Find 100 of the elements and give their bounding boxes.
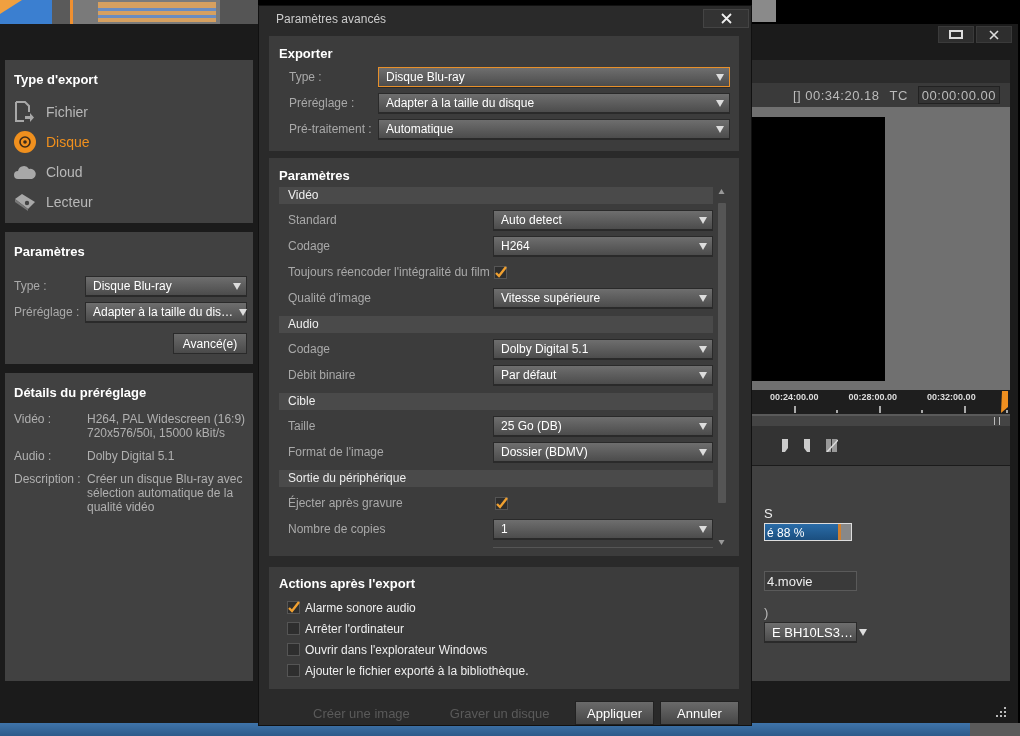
caret-icon <box>699 422 707 430</box>
field-label: Qualité d'image <box>288 291 372 305</box>
cloud-icon <box>14 165 36 179</box>
panel-title: Détails du préréglage <box>14 385 148 400</box>
caret-icon <box>699 242 707 250</box>
field-label: Codage <box>288 239 332 253</box>
checkbox-label: Ouvrir dans l'explorateur Windows <box>305 642 488 657</box>
caret-icon <box>699 371 707 379</box>
caret-icon <box>716 99 724 107</box>
group-header: Cible <box>279 393 713 410</box>
marker-icon[interactable] <box>804 439 810 452</box>
field-label: Débit binaire <box>288 368 357 382</box>
scrollbar[interactable] <box>717 187 726 547</box>
checkbox[interactable] <box>287 664 300 677</box>
caret-icon <box>699 345 707 353</box>
checkbox[interactable] <box>287 622 300 635</box>
dropdown[interactable]: 25 Go (DB) <box>493 416 713 436</box>
close-button[interactable] <box>976 26 1012 43</box>
dropdown[interactable]: Dolby Digital 5.1 <box>493 339 713 359</box>
caret-icon <box>699 294 707 302</box>
taskbar-segment <box>970 723 1020 736</box>
caret-icon <box>699 216 707 224</box>
checkbox-label: Alarme sonore audio <box>305 600 416 615</box>
field-label: Préréglage : <box>14 305 81 319</box>
close-icon <box>989 29 999 40</box>
checkbox-label: Ajouter le fichier exporté à la bibliothèque. <box>305 663 529 678</box>
panel-title: Type d'export <box>14 72 99 87</box>
dropdown[interactable]: Disque Blu-ray <box>85 276 247 296</box>
dropdown[interactable]: Auto detect <box>493 210 713 230</box>
dropdown[interactable]: 1 <box>493 519 713 539</box>
close-button[interactable] <box>703 9 749 28</box>
checkbox[interactable] <box>493 265 507 279</box>
export-type-item[interactable]: Disque <box>14 127 244 157</box>
caret-icon <box>699 448 707 456</box>
detail-value: Créer un disque Blu-ray avec sélection automatique de la qualité vidéo <box>87 472 244 514</box>
dropdown[interactable]: H264 <box>493 236 713 256</box>
detail-value: H264, PAL Widescreen (16:9) 720x576/50i, 15000 kBit/s <box>87 412 247 440</box>
dropdown[interactable]: Adapter à la taille du dis… <box>85 302 247 322</box>
field-label: Standard <box>288 213 338 227</box>
dialog-button[interactable]: Annuler <box>660 701 739 725</box>
slashed-marker-icon[interactable] <box>826 439 838 452</box>
section-title: Paramètres <box>279 168 351 183</box>
export-type-item[interactable]: Lecteur <box>14 187 244 217</box>
drive-icon <box>14 193 36 211</box>
dropdown[interactable]: Adapter à la taille du disque <box>378 93 730 113</box>
duration-text: [] 00:34:20.18 <box>792 87 880 103</box>
field-label: Format de l'image <box>288 445 385 459</box>
advanced-button[interactable]: Avancé(e) <box>173 333 247 354</box>
field-label: Codage <box>288 342 332 356</box>
dialog-button[interactable]: Appliquer <box>575 701 654 725</box>
section-title: Exporter <box>279 46 334 61</box>
caret-icon <box>233 282 241 290</box>
dropdown[interactable]: Vitesse supérieure <box>493 288 713 308</box>
panel-title: Paramètres <box>14 244 86 259</box>
field-label: Éjecter après gravure <box>288 496 404 510</box>
field-label: Taille <box>288 419 317 433</box>
checkbox-label: Arrêter l'ordinateur <box>305 621 404 636</box>
tc-label: TC <box>889 87 908 103</box>
dropdown[interactable]: Automatique <box>378 119 730 139</box>
detail-value: Dolby Digital 5.1 <box>87 449 176 463</box>
group-header: Audio <box>279 316 713 333</box>
ruler-label: 00:32:00.00 <box>927 392 976 404</box>
maximize-button[interactable] <box>938 26 974 43</box>
group-header: Sortie du périphérique <box>279 470 713 487</box>
progress-text: é 88 % <box>767 526 805 540</box>
resize-grip-icon[interactable] <box>996 707 1006 717</box>
dropdown[interactable]: Par défaut <box>493 365 713 385</box>
field-label: Toujours réencoder l'intégralité du film <box>288 265 490 279</box>
checkbox[interactable] <box>287 601 300 614</box>
checkbox[interactable] <box>495 496 508 510</box>
dialog-title: Paramètres avancés <box>276 11 387 26</box>
group-header: Vidéo <box>279 187 713 204</box>
caret-icon <box>716 73 724 81</box>
field-label: Type : <box>288 70 323 84</box>
field-label: Type : <box>14 279 48 293</box>
file-icon <box>14 101 34 123</box>
ruler-label: 00:24:00.00 <box>770 392 819 404</box>
dropdown[interactable]: Disque Blu-ray <box>378 67 730 87</box>
detail-label: Vidéo : <box>14 412 53 428</box>
export-type-item[interactable]: Fichier <box>14 97 244 127</box>
field-label: ) <box>764 605 770 620</box>
checkbox[interactable] <box>287 643 300 656</box>
timecode-field[interactable]: 00:00:00.00 <box>917 86 1000 104</box>
file-name-field[interactable]: 4.movie <box>764 571 857 591</box>
dropdown[interactable]: Dossier (BDMV) <box>493 442 713 462</box>
export-type-item[interactable]: Cloud <box>14 157 244 187</box>
section-title: Actions après l'export <box>279 576 417 591</box>
field-label: Pré-traitement : <box>288 122 373 136</box>
section-label: S <box>764 506 774 521</box>
caret-icon <box>699 525 707 533</box>
close-icon <box>720 13 732 24</box>
disc-icon <box>14 131 36 153</box>
playhead-marker[interactable] <box>1001 391 1008 413</box>
caret-icon <box>858 628 867 636</box>
detail-label: Description : <box>14 472 82 488</box>
detail-label: Audio : <box>14 449 53 463</box>
marker-icon[interactable] <box>782 439 788 452</box>
maximize-icon <box>949 30 963 39</box>
timeline-scrollbar[interactable] <box>752 414 1010 426</box>
field-label: Préréglage : <box>288 96 356 110</box>
